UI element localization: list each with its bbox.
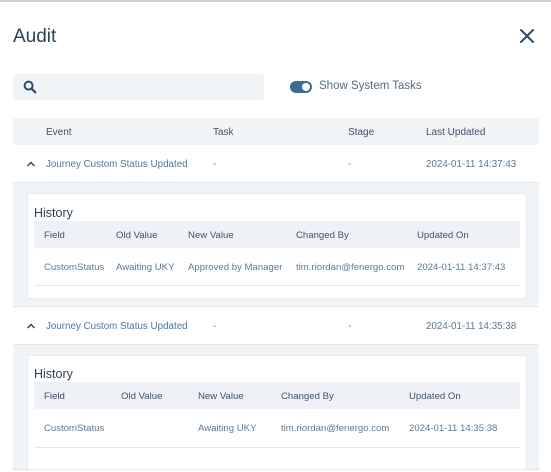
history-updated-on: 2024-01-11 14:37:43 (417, 262, 506, 273)
column-header-stage[interactable]: Stage (348, 127, 374, 138)
history-column-changed-by: Changed By (281, 391, 334, 402)
stage-value: - (348, 321, 352, 332)
stage-value: - (348, 159, 352, 170)
close-icon[interactable] (518, 27, 536, 45)
history-column-old-value: Old Value (121, 391, 163, 402)
history-field-value: CustomStatus (44, 262, 105, 273)
chevron-up-icon[interactable] (26, 322, 36, 330)
column-header-task[interactable]: Task (213, 127, 234, 138)
history-column-field: Field (44, 230, 65, 241)
event-link[interactable]: Journey Custom Status Updated (46, 159, 188, 170)
task-value: - (213, 159, 217, 170)
show-system-tasks-toggle[interactable] (290, 81, 312, 93)
divider (34, 285, 520, 286)
column-header-last-updated[interactable]: Last Updated (426, 127, 486, 138)
column-header-event[interactable]: Event (46, 127, 72, 138)
history-column-new-value: New Value (188, 230, 234, 241)
toggle-knob (302, 83, 310, 91)
history-new-value: Approved by Manager (188, 262, 283, 273)
history-new-value: Awaiting UKY (198, 423, 257, 434)
history-title: History (34, 206, 73, 220)
event-link[interactable]: Journey Custom Status Updated (46, 321, 188, 332)
history-column-updated-on: Updated On (409, 391, 461, 402)
search-icon (23, 80, 37, 94)
top-border (0, 0, 551, 2)
history-column-changed-by: Changed By (296, 230, 349, 241)
history-title: History (34, 367, 73, 381)
history-column-new-value: New Value (198, 391, 244, 402)
task-value: - (213, 321, 217, 332)
last-updated-value: 2024-01-11 14:37:43 (426, 159, 517, 170)
search-input[interactable] (13, 74, 264, 100)
history-changed-by: tim.riordan@fenergo.com (296, 262, 405, 273)
history-changed-by: tim.riordan@fenergo.com (281, 423, 390, 434)
history-column-old-value: Old Value (116, 230, 158, 241)
history-column-field: Field (44, 391, 65, 402)
last-updated-value: 2024-01-11 14:35:38 (426, 321, 517, 332)
chevron-up-icon[interactable] (26, 160, 36, 168)
show-system-tasks-label: Show System Tasks (319, 80, 422, 92)
history-card (27, 355, 527, 470)
history-updated-on: 2024-01-11 14:35:38 (409, 423, 498, 434)
divider (34, 447, 520, 448)
history-field-value: CustomStatus (44, 423, 105, 434)
history-column-updated-on: Updated On (417, 230, 469, 241)
dialog-title: Audit (13, 26, 57, 47)
history-old-value: Awaiting UKY (116, 262, 175, 273)
